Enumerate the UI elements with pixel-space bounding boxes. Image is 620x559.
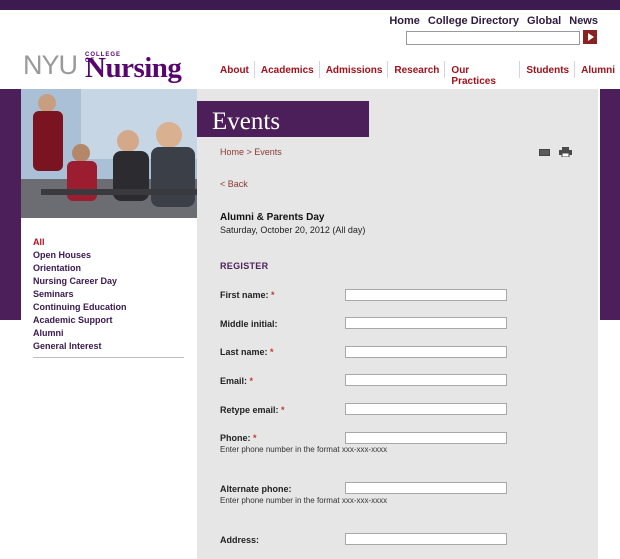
- nav-about[interactable]: About: [214, 61, 254, 78]
- email-field[interactable]: [345, 374, 507, 386]
- utility-nav: Home College Directory Global News: [389, 15, 598, 27]
- email-label: Email: *: [220, 376, 253, 386]
- side-nav-general-interest[interactable]: General Interest: [33, 340, 127, 353]
- phone-field[interactable]: [345, 432, 507, 444]
- address-label: Address:: [220, 535, 259, 545]
- phone-label: Phone: *: [220, 433, 257, 443]
- back-link[interactable]: < Back: [220, 179, 248, 189]
- utility-home-link[interactable]: Home: [389, 15, 420, 27]
- side-nav-seminars[interactable]: Seminars: [33, 288, 127, 301]
- nav-students[interactable]: Students: [519, 61, 574, 78]
- side-nav-career-day[interactable]: Nursing Career Day: [33, 275, 127, 288]
- nav-research[interactable]: Research: [387, 61, 444, 78]
- address-label-text: Address:: [220, 535, 260, 545]
- logo-nyu: NYU: [23, 50, 78, 80]
- logo-nursing: Nursing: [85, 52, 182, 84]
- mail-icon[interactable]: [539, 149, 550, 156]
- utility-news-link[interactable]: News: [569, 15, 598, 27]
- search-submit-icon[interactable]: [583, 30, 597, 44]
- last-name-field[interactable]: [345, 346, 507, 358]
- header-photo: [21, 89, 197, 218]
- last-name-label-text: Last name:: [220, 347, 268, 357]
- first-name-label: First name: *: [220, 290, 275, 300]
- utility-global-link[interactable]: Global: [527, 15, 561, 27]
- email-label-text: Email:: [220, 376, 248, 386]
- side-nav: All Open Houses Orientation Nursing Care…: [33, 236, 127, 353]
- required-mark: *: [253, 433, 257, 443]
- required-mark: *: [270, 347, 274, 357]
- required-mark: *: [271, 290, 275, 300]
- last-name-label: Last name: *: [220, 347, 274, 357]
- utility-directory-link[interactable]: College Directory: [428, 15, 519, 27]
- side-nav-divider: [33, 357, 184, 358]
- retype-email-field[interactable]: [345, 403, 507, 415]
- breadcrumb[interactable]: Home > Events: [220, 147, 282, 157]
- phone-label-text: Phone:: [220, 433, 251, 443]
- side-nav-open-houses[interactable]: Open Houses: [33, 249, 127, 262]
- alt-phone-hint: Enter phone number in the format xxx-xxx…: [220, 496, 388, 505]
- register-heading: REGISTER: [220, 261, 269, 271]
- side-nav-alumni[interactable]: Alumni: [33, 327, 127, 340]
- required-mark: *: [249, 376, 254, 386]
- first-name-field[interactable]: [345, 289, 507, 301]
- middle-initial-field[interactable]: [345, 317, 507, 329]
- alt-phone-label: Alternate phone:: [220, 484, 292, 494]
- nav-academics[interactable]: Academics: [253, 61, 319, 78]
- search-input[interactable]: [406, 31, 580, 45]
- nav-admissions[interactable]: Admissions: [318, 61, 388, 78]
- main-nav: About Academics Admissions Research Our …: [214, 61, 620, 87]
- side-nav-orientation[interactable]: Orientation: [33, 262, 127, 275]
- side-nav-academic-support[interactable]: Academic Support: [33, 314, 127, 327]
- first-name-label-text: First name:: [220, 290, 269, 300]
- phone-hint: Enter phone number in the format xxx-xxx…: [220, 445, 388, 454]
- required-mark: *: [281, 405, 285, 415]
- middle-initial-label-text: Middle initial:: [220, 319, 278, 329]
- page-title: Events: [197, 101, 369, 137]
- nav-alumni[interactable]: Alumni: [574, 61, 620, 78]
- page-title-text: Events: [212, 108, 281, 135]
- event-name: Alumni & Parents Day: [220, 212, 325, 223]
- alt-phone-field[interactable]: [345, 482, 507, 494]
- event-date: Saturday, October 20, 2012 (All day): [220, 225, 366, 235]
- alt-phone-label-text: Alternate phone:: [220, 484, 292, 494]
- side-nav-continuing-education[interactable]: Continuing Education: [33, 301, 127, 314]
- middle-initial-label: Middle initial:: [220, 319, 278, 329]
- print-icon[interactable]: [559, 147, 572, 158]
- retype-email-label: Retype email: *: [220, 405, 285, 415]
- nav-our-practices[interactable]: Our Practices: [444, 61, 519, 87]
- address-field[interactable]: [345, 533, 507, 545]
- side-nav-all[interactable]: All: [33, 236, 127, 249]
- top-bar: [0, 0, 620, 10]
- retype-email-label-text: Retype email:: [220, 405, 279, 415]
